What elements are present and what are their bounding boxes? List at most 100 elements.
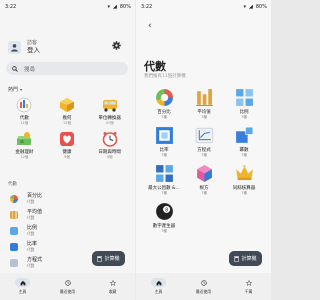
clock-icon [101,130,119,148]
calculator-count: 7種 [161,153,167,157]
category-count: 47個 [105,121,114,125]
calculator-tile[interactable]: 比例 7種 [224,87,264,120]
category-tile[interactable]: 代數 11個 [3,96,46,126]
hot-categories-grid: 代數 11個 幾何 12個 單位轉換器 47個 金融理財 12個 健康 9個 日… [3,96,131,160]
calculator-label: 計算機 [104,256,120,262]
bars-icon [194,87,215,108]
list-item[interactable]: 比例 代數 [10,223,42,239]
system-icons: ▾ ◢ 80% [244,4,268,10]
calculator-tile[interactable]: 比率 7種 [144,125,184,158]
algebra-list: 百分比 代數 平均值 代數 比例 代數 比率 代數 方程式 代數 [10,191,42,271]
money-icon [15,130,33,148]
calculator-button[interactable]: 計算機 [229,251,262,266]
nav-label: 千萬 [244,289,253,294]
nav-home[interactable]: 主頁 [8,278,38,300]
profile-row[interactable]: 訪客 登入 [8,38,129,56]
calculator-tile[interactable]: 根方 7種 [184,163,224,196]
nav-label: 最近使用 [195,289,212,294]
svg-text:8: 8 [165,207,168,213]
login-link[interactable]: 登入 [27,47,40,54]
chart-icon [15,96,33,114]
calculator-tile[interactable]: 平均值 7種 [184,87,224,120]
category-count: 11個 [20,121,29,125]
calculator-icon [234,255,240,262]
hot-section-header: 熱門 ▾ [8,86,22,93]
guest-label: 訪客 [27,39,38,46]
list-item[interactable]: 比率 代數 [10,239,42,255]
list-item[interactable]: 平均值 代數 [10,207,42,223]
signal-icon: ◢ [113,4,117,10]
category-tile[interactable]: 健康 9個 [46,130,89,160]
system-icons: ▾ ◢ 80% [108,4,132,10]
pie-icon [154,87,175,108]
gear-icon[interactable] [112,41,121,50]
star-icon [109,279,116,286]
blocks-icon [154,163,175,184]
list-item-sub: 代數 [27,230,35,236]
category-tile[interactable]: 單位轉換器 47個 [88,96,131,126]
avatar[interactable] [8,40,21,54]
bars-icon [10,211,18,219]
search-placeholder: 搜尋 [24,66,36,73]
power-icon [234,125,255,146]
calculator-tile[interactable]: 冪數 7種 [224,125,264,158]
calculator-tile[interactable]: 百分比 7種 [144,87,184,120]
list-item-sub: 代數 [27,262,35,268]
calculator-tile[interactable]: 方程式 7種 [184,125,224,158]
nav-recent[interactable]: 最近使用 [53,278,83,300]
wifi-icon: ▾ [107,4,111,10]
category-count: 4個 [106,155,113,159]
calculator-count: 7種 [201,115,207,119]
calculator-count: 7種 [241,115,247,119]
algebra-screen: 3:22 ▾ ◢ 80% ‹ 代數 我們擁有11個計算機 百分比 7種 平均值 … [136,0,271,300]
category-count: 12個 [20,155,29,159]
axis-icon [10,259,18,267]
calculator-count: 7種 [161,191,167,195]
page-subtitle: 我們擁有11個計算機 [144,74,186,79]
nav-label: 收藏 [108,289,117,294]
status-bar: 3:22 ▾ ◢ 80% [136,0,271,14]
calculator-grid: 百分比 7種 平均值 7種 比例 7種 比率 7種 方程式 7種 冪數 7種 最… [144,87,264,234]
bus-icon [101,96,119,114]
bottom-nav: 主頁 最近使用 收藏 [0,273,135,300]
calculator-tile[interactable]: 最大公因數 &... 7種 [144,163,184,196]
star-icon [245,279,252,286]
hot-section-label: 熱門 [8,87,19,93]
calculator-button[interactable]: 計算機 [92,251,125,266]
status-time: 3:22 [5,4,17,10]
status-bar: 3:22 ▾ ◢ 80% [0,0,135,14]
category-tile[interactable]: 金融理財 12個 [3,130,46,160]
nav-label: 最近使用 [59,289,76,294]
nav-home[interactable]: 主頁 [144,278,174,300]
category-tile[interactable]: 幾何 12個 [46,96,89,126]
cube-icon [194,163,215,184]
category-tile[interactable]: 日期與時間 4個 [88,130,131,160]
clock-icon [64,279,71,286]
calculator-count: 7種 [241,153,247,157]
frame-icon [154,125,175,146]
pie-icon [10,195,18,203]
calculator-count: 7種 [161,115,167,119]
nav-favorites[interactable]: 收藏 [98,278,128,300]
calculator-count: 7種 [241,191,247,195]
home-screen: 3:22 ▾ ◢ 80% 訪客 登入 搜尋 熱門 ▾ 代數 11個 幾何 12個… [0,0,135,300]
calculator-count: 7種 [201,153,207,157]
nav-label: 主頁 [154,289,163,294]
back-arrow-icon[interactable]: ‹ [148,22,152,31]
battery-level: 80% [119,4,131,10]
list-item-sub: 代數 [27,214,35,220]
calculator-tile[interactable]: 同餘核算器 7種 [224,163,264,196]
calculator-count: 7種 [201,191,207,195]
nav-favorites[interactable]: 千萬 [234,278,264,300]
eight-ball-icon: 8 [154,201,175,222]
bottom-nav: 主頁 最近使用 千萬 [136,273,271,300]
search-input[interactable]: 搜尋 [6,62,128,75]
list-item[interactable]: 百分比 代數 [10,191,42,207]
category-count: 9個 [64,155,70,159]
chevron-down-icon: ▾ [20,87,23,92]
calculator-tile[interactable]: 8 數字產生器 7種 [144,201,184,234]
list-item[interactable]: 方程式 代數 [10,255,42,271]
nav-recent[interactable]: 最近使用 [189,278,219,300]
list-item-sub: 代數 [27,198,35,204]
home-icon [156,280,161,285]
